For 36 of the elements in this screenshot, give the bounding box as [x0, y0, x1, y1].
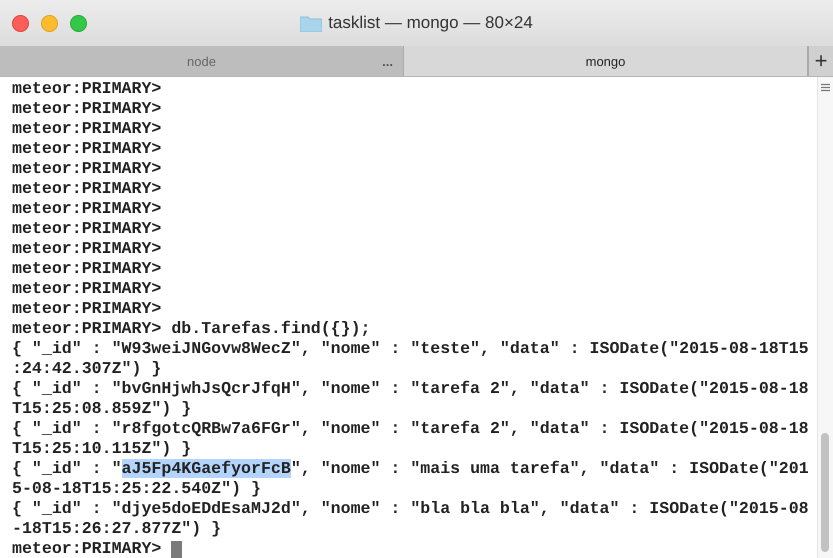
terminal-line: T15:25:10.115Z") }	[12, 439, 192, 459]
tab[interactable]: mongo	[404, 46, 808, 76]
scrollbar-thumb[interactable]	[821, 433, 829, 552]
more-indicator: ...	[382, 54, 393, 68]
terminal-line: { "_id" : "W93weiJNGovw8WecZ", "nome" : "teste", "data" : ISODate("2015-08-18T15	[12, 339, 810, 359]
terminal-line: -18T15:26:27.877Z") }	[12, 519, 222, 539]
terminal-line: meteor:PRIMARY>	[12, 99, 162, 119]
terminal-line: meteor:PRIMARY>	[12, 299, 162, 319]
terminal-line: meteor:PRIMARY>	[12, 219, 162, 239]
terminal-line: meteor:PRIMARY>	[12, 79, 162, 99]
terminal-line: meteor:PRIMARY>	[12, 179, 162, 199]
minimize-button[interactable]	[41, 14, 58, 32]
terminal-line: { "_id" : "r8fgotcQRBw7a6FGr", "nome" : "tarefa 2", "data" : ISODate("2015-08-18	[12, 419, 810, 439]
terminal-line: meteor:PRIMARY>	[12, 279, 162, 299]
terminal-prompt: meteor:PRIMARY>	[12, 539, 162, 558]
scrollbar[interactable]	[817, 77, 833, 558]
terminal-line: meteor:PRIMARY> db.Tarefas.find({});	[12, 319, 372, 339]
terminal-line: meteor:PRIMARY>	[12, 159, 162, 179]
tab[interactable]: node ...	[0, 46, 404, 76]
window-title: tasklist — mongo — 80×24	[328, 13, 533, 33]
close-button[interactable]	[12, 14, 29, 32]
terminal-line: meteor:PRIMARY>	[12, 259, 162, 279]
lines-icon	[821, 83, 830, 92]
terminal-line: { "_id" : "aJ5Fp4KGaefyorFcB", "nome" : "mais uma tarefa", "data" : ISODate("201	[12, 459, 810, 479]
new-tab-button[interactable]: +	[808, 46, 833, 76]
terminal-line: meteor:PRIMARY>	[12, 139, 162, 159]
terminal-line: T15:25:08.859Z") }	[12, 399, 192, 419]
folder-icon	[300, 14, 322, 32]
terminal-line: { "_id" : "djye5doEDdEsaMJ2d", "nome" : "bla bla bla", "data" : ISODate("2015-08	[12, 499, 810, 519]
terminal-line: { "_id" : "bvGnHjwhJsQcrJfqH", "nome" : "tarefa 2", "data" : ISODate("2015-08-18	[12, 379, 810, 399]
terminal-line: :24:42.307Z") }	[12, 359, 162, 379]
zoom-button[interactable]	[70, 14, 87, 32]
terminal-line: meteor:PRIMARY>	[12, 119, 162, 139]
terminal-line: meteor:PRIMARY>	[12, 199, 162, 219]
terminal-line: 5-08-18T15:25:22.540Z") }	[12, 479, 262, 499]
terminal-line: meteor:PRIMARY>	[12, 239, 162, 259]
